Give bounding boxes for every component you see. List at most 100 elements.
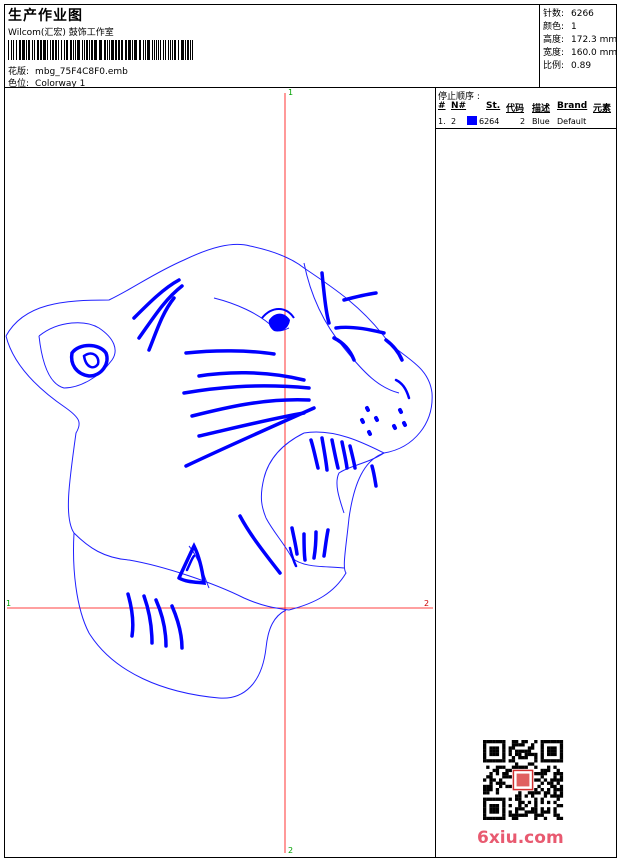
stat-value: 172.3 mm xyxy=(571,35,618,45)
qr-module xyxy=(489,807,493,811)
barcode xyxy=(8,40,193,60)
barcode-bar xyxy=(37,40,39,60)
qr-module xyxy=(547,749,551,753)
barcode-bar xyxy=(28,40,30,60)
qr-module xyxy=(502,807,506,811)
qr-module xyxy=(489,788,493,792)
qr-module xyxy=(499,740,503,744)
fang-upper-2 xyxy=(320,436,329,472)
qr-module xyxy=(556,772,560,776)
qr-module xyxy=(492,746,496,750)
qr-module xyxy=(489,781,493,785)
qr-module xyxy=(559,756,564,760)
barcode-bar xyxy=(174,40,176,60)
qr-module xyxy=(518,794,522,798)
qr-module xyxy=(508,804,512,808)
qr-module xyxy=(483,813,487,817)
qr-module xyxy=(550,746,554,750)
stat-value: 160.0 mm xyxy=(571,48,618,58)
qr-module xyxy=(495,765,500,769)
barcode-bar xyxy=(64,40,65,60)
brow-stitch-1 xyxy=(320,271,331,325)
qr-module xyxy=(511,756,516,760)
qr-module xyxy=(556,797,560,801)
qr-module xyxy=(502,759,506,763)
qr-module xyxy=(511,740,516,744)
barcode-bar xyxy=(185,40,186,60)
qr-module xyxy=(511,759,516,763)
qr-module xyxy=(524,740,528,744)
qr-module xyxy=(495,781,500,785)
qr-module xyxy=(489,752,493,757)
qr-module xyxy=(534,813,538,817)
qr-module xyxy=(540,759,544,763)
qr-module xyxy=(543,772,548,776)
barcode-bar xyxy=(58,40,59,60)
qr-module xyxy=(531,791,535,795)
qr-module xyxy=(521,740,525,744)
qr-module xyxy=(547,740,551,744)
qr-module xyxy=(534,816,538,820)
qr-module xyxy=(550,740,554,744)
qr-module xyxy=(508,752,512,757)
qr-module xyxy=(489,746,493,750)
qr-module xyxy=(483,810,487,814)
qr-module xyxy=(495,772,500,776)
qr-module xyxy=(547,765,551,769)
axis-right-label: 2 xyxy=(424,599,430,608)
qr-module xyxy=(540,775,544,779)
qr-module xyxy=(547,788,551,792)
barcode-bar xyxy=(187,40,189,60)
qr-module xyxy=(527,746,532,750)
column-header: Brand xyxy=(557,101,588,111)
qr-module xyxy=(499,816,503,820)
qr-module xyxy=(489,775,493,779)
qr-module xyxy=(553,752,557,757)
barcode-bar xyxy=(47,40,48,60)
qr-module xyxy=(534,810,538,814)
row-description: Blue xyxy=(532,117,550,126)
qr-module xyxy=(559,749,564,753)
qr-module xyxy=(543,759,548,763)
qr-module xyxy=(486,740,490,744)
nose-dot-5 xyxy=(398,408,403,414)
qr-module xyxy=(502,800,506,805)
qr-module xyxy=(540,788,544,792)
qr-module xyxy=(518,804,522,808)
barcode-bar xyxy=(22,40,25,60)
stats-panel: 针数: 6266 颜色: 1 高度: 172.3 mm 宽度: 160.0 mm 比例:… xyxy=(540,4,617,88)
neck-stripe-4 xyxy=(170,604,184,650)
qr-module xyxy=(515,740,519,744)
qr-module xyxy=(515,749,519,753)
table-divider xyxy=(436,128,617,129)
qr-module xyxy=(515,762,519,766)
qr-module xyxy=(499,778,503,782)
qr-module xyxy=(550,749,554,753)
qr-module xyxy=(502,810,506,814)
qr-module xyxy=(483,816,487,820)
qr-module xyxy=(518,765,522,769)
qr-module xyxy=(553,810,557,814)
fang-lower-4 xyxy=(322,528,330,558)
qr-module xyxy=(508,813,512,817)
stat-value: 0.89 xyxy=(571,61,592,71)
outline-group xyxy=(5,243,433,699)
qr-module xyxy=(492,804,496,808)
qr-module xyxy=(518,756,522,760)
qr-module xyxy=(547,810,551,814)
qr-module xyxy=(531,807,535,811)
qr-module xyxy=(489,810,493,814)
qr-module xyxy=(518,749,522,753)
qr-module xyxy=(540,749,544,753)
fang-upper-4 xyxy=(340,440,349,470)
design-canvas[interactable]: 1 2 1 2 xyxy=(4,88,436,858)
header-panel: 生产作业图 Wilcom(汇宏) 鼓饰工作室 花版: mbg_75F4C8F0.e… xyxy=(4,4,540,89)
qr-module xyxy=(495,791,500,795)
barcode-bar xyxy=(145,40,146,60)
qr-module xyxy=(495,816,500,820)
qr-module xyxy=(540,797,544,801)
qr-module xyxy=(556,804,560,808)
barcode-bar xyxy=(125,40,127,60)
qr-module xyxy=(518,813,522,817)
qr-module xyxy=(547,807,551,811)
